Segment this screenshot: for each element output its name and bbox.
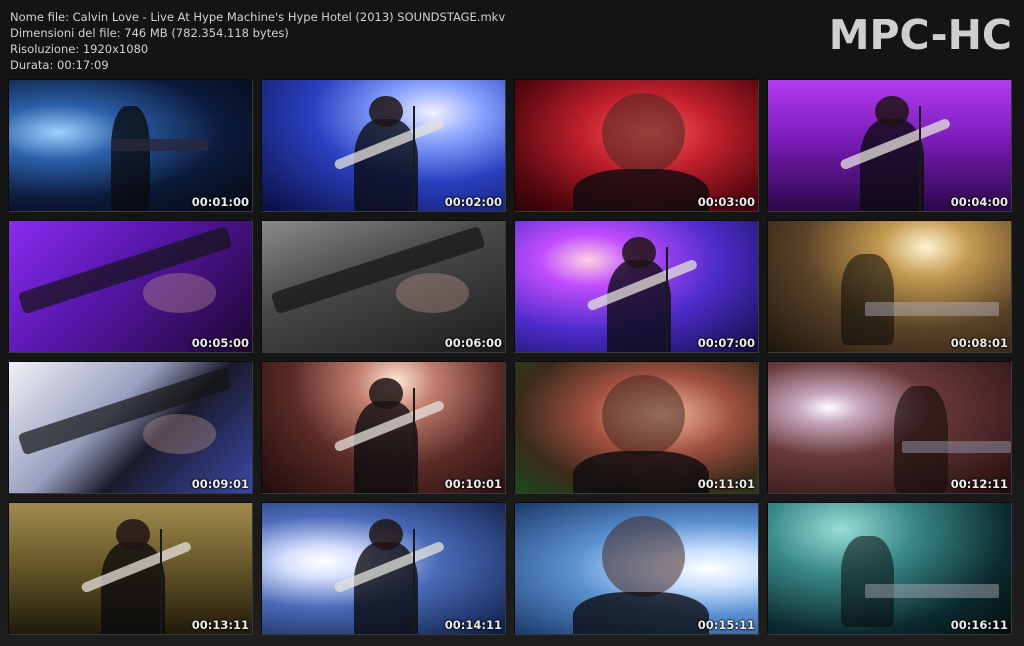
thumbnail-frame [9, 503, 252, 634]
thumbnail-frame [768, 221, 1011, 352]
file-info: Nome file: Calvin Love - Live At Hype Ma… [10, 9, 505, 73]
keyboard-shape [901, 440, 1011, 453]
performer-head [621, 236, 656, 269]
timestamp-label: 00:08:01 [950, 335, 1008, 350]
thumbnail-frame [9, 362, 252, 493]
timestamp-label: 00:09:01 [191, 476, 249, 491]
timestamp-label: 00:16:11 [950, 617, 1008, 632]
video-thumbnail: 00:10:01 [261, 361, 506, 494]
timestamp-label: 00:07:00 [697, 335, 755, 350]
performer-shoulders [573, 169, 710, 211]
timestamp-label: 00:13:11 [191, 617, 249, 632]
thumbnail-frame [262, 221, 505, 352]
performer-face [602, 93, 686, 175]
hand-shape [395, 273, 469, 313]
thumbnail-frame [768, 80, 1011, 211]
file-size-line: Dimensioni del file: 746 MB (782.354.118… [10, 26, 289, 40]
performer-face [602, 375, 686, 457]
video-thumbnail: 00:12:11 [767, 361, 1012, 494]
thumbnail-frame [262, 362, 505, 493]
video-thumbnail: 00:15:11 [514, 502, 759, 635]
timestamp-label: 00:03:00 [697, 194, 755, 209]
thumbnail-frame [515, 503, 758, 634]
thumbnail-frame [768, 362, 1011, 493]
video-thumbnail: 00:03:00 [514, 79, 759, 212]
video-thumbnail: 00:07:00 [514, 220, 759, 353]
mic-stand [159, 529, 162, 634]
mpc-hc-logo: MPC-HC [828, 11, 1012, 59]
video-thumbnail: 00:16:11 [767, 502, 1012, 635]
performer-shoulders [573, 592, 710, 634]
video-thumbnail: 00:13:11 [8, 502, 253, 635]
timestamp-label: 00:04:00 [950, 194, 1008, 209]
performer-face [602, 516, 686, 598]
file-name-line: Nome file: Calvin Love - Live At Hype Ma… [10, 10, 506, 24]
thumbnail-frame [262, 80, 505, 211]
performer-shoulders [573, 451, 710, 493]
mic-stand [412, 529, 415, 634]
thumbnail-frame [9, 221, 252, 352]
keyboard-shape [865, 584, 999, 599]
mic-stand [918, 106, 921, 211]
thumbnail-frame [768, 503, 1011, 634]
timestamp-label: 00:12:11 [950, 476, 1008, 491]
performer-head [368, 377, 403, 410]
timestamp-label: 00:10:01 [444, 476, 502, 491]
thumbnail-grid: 00:01:00 00:02:00 00:03:00 00:04:00 00:05:00… [8, 79, 1018, 637]
performer-head [115, 518, 150, 551]
performer-silhouette [111, 106, 150, 211]
timestamp-label: 00:06:00 [444, 335, 502, 350]
hand-shape [142, 273, 216, 313]
performer-head [874, 95, 909, 128]
performer-head [368, 95, 403, 128]
timestamp-label: 00:01:00 [191, 194, 249, 209]
video-thumbnail: 00:14:11 [261, 502, 506, 635]
thumbnail-frame [9, 80, 252, 211]
thumbnail-frame [515, 362, 758, 493]
mic-stand [412, 106, 415, 211]
video-thumbnail: 00:05:00 [8, 220, 253, 353]
thumbnail-frame [515, 80, 758, 211]
video-thumbnail: 00:09:01 [8, 361, 253, 494]
timestamp-label: 00:05:00 [191, 335, 249, 350]
thumbnail-frame [515, 221, 758, 352]
performer-head [368, 518, 403, 551]
video-thumbnail: 00:02:00 [261, 79, 506, 212]
keyboard-shape [111, 138, 209, 151]
timestamp-label: 00:15:11 [697, 617, 755, 632]
video-thumbnail: 00:01:00 [8, 79, 253, 212]
thumbnail-frame [262, 503, 505, 634]
resolution-line: Risoluzione: 1920x1080 [10, 42, 149, 56]
performer-silhouette [840, 535, 895, 628]
timestamp-label: 00:14:11 [444, 617, 502, 632]
video-thumbnail: 00:04:00 [767, 79, 1012, 212]
performer-silhouette [894, 385, 948, 493]
mic-stand [412, 388, 415, 493]
video-thumbnail: 00:11:01 [514, 361, 759, 494]
timestamp-label: 00:11:01 [697, 476, 755, 491]
video-thumbnail: 00:08:01 [767, 220, 1012, 353]
timestamp-label: 00:02:00 [444, 194, 502, 209]
duration-line: Durata: 00:17:09 [10, 58, 109, 72]
mic-stand [665, 247, 668, 352]
hand-shape [142, 414, 216, 454]
performer-silhouette [840, 253, 895, 346]
video-thumbnail: 00:06:00 [261, 220, 506, 353]
keyboard-shape [865, 302, 999, 317]
